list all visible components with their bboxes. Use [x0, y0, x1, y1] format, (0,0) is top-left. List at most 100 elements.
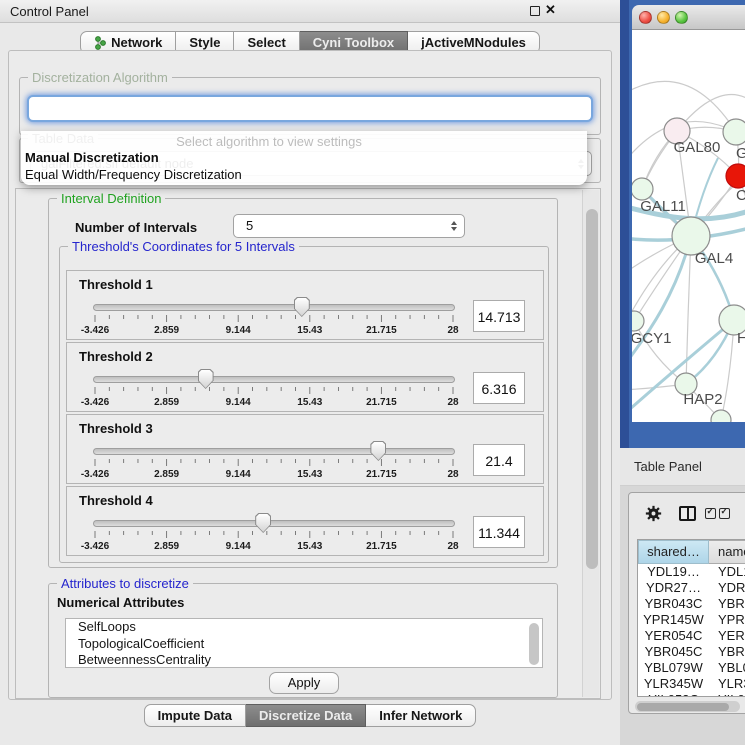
slider-track[interactable]	[93, 448, 455, 455]
network-node-gcy1[interactable]	[632, 311, 644, 331]
network-node-label: GAL4	[695, 250, 733, 267]
gear-icon[interactable]	[645, 505, 662, 522]
table-row[interactable]: YPR145WYPR1	[638, 612, 745, 628]
control-panel-title: Control Panel	[10, 4, 89, 19]
float-icon[interactable]	[530, 6, 540, 16]
threshold-value-field[interactable]: 6.316	[473, 372, 525, 404]
table-header-row: shared…name	[638, 540, 745, 564]
interval-definition-group: Interval Definition Number of Intervals …	[48, 198, 558, 568]
network-canvas[interactable]: GAL80GCGAL11GAL4GCY1HHAP2	[632, 30, 745, 422]
network-window: GAL80GCGAL11GAL4GCY1HHAP2	[632, 5, 745, 422]
attribute-item-topologicalcoefficient[interactable]: TopologicalCoefficient	[66, 636, 542, 653]
number-of-intervals-combobox[interactable]: 5	[233, 214, 465, 238]
cell-name: YDR2	[709, 580, 745, 596]
cell-name: YIL0	[709, 692, 745, 697]
slider-thumb[interactable]	[370, 441, 386, 461]
vertical-scrollbar[interactable]	[582, 190, 599, 697]
bottom-tab-infer-network[interactable]: Infer Network	[366, 704, 476, 727]
threshold-value-field[interactable]: 21.4	[473, 444, 525, 476]
column-header-shared[interactable]: shared…	[638, 540, 709, 564]
threshold-panel-4: Threshold 4-3.4262.8599.14415.4321.71528…	[66, 486, 544, 556]
tick-label: 21.715	[351, 397, 411, 408]
cell-shared-name: YBL079W	[638, 660, 709, 676]
attribute-item-betweennesscentrality[interactable]: BetweennessCentrality	[66, 652, 542, 668]
algorithm-combobox[interactable]	[27, 95, 593, 122]
network-node-gal11[interactable]	[632, 178, 653, 200]
node-table: shared…name YDL19…YDL1YDR27…YDR2YBR043CY…	[637, 539, 745, 697]
numerical-attributes-list[interactable]: SelfLoopsTopologicalCoefficientBetweenne…	[65, 618, 543, 668]
attribute-item-selfloops[interactable]: SelfLoops	[66, 619, 542, 636]
table-rows: YDL19…YDL1YDR27…YDR2YBR043CYBR0YPR145WYP…	[638, 564, 745, 697]
table-row[interactable]: YBR043CYBR0	[638, 596, 745, 612]
bottom-tab-discretize-data[interactable]: Discretize Data	[246, 704, 366, 727]
cell-name: YBR0	[709, 644, 745, 660]
bottom-tab-impute-data[interactable]: Impute Data	[144, 704, 246, 727]
threshold-label: Threshold 3	[79, 421, 153, 436]
threshold-label: Threshold 4	[79, 493, 153, 508]
table-row[interactable]: YER054CYER0	[638, 628, 745, 644]
tick-label: -3.426	[65, 397, 125, 408]
slider-track[interactable]	[93, 376, 455, 383]
tick-label: 15.43	[280, 469, 340, 480]
apply-button[interactable]: Apply	[269, 672, 339, 694]
horizontal-scrollbar[interactable]	[635, 701, 740, 712]
network-node-label: C	[736, 187, 745, 204]
thresholds-group-label: Threshold's Coordinates for 5 Intervals	[68, 239, 299, 254]
attributes-group-label: Attributes to discretize	[57, 576, 193, 591]
algorithm-option-manual-discretization[interactable]: Manual Discretization	[25, 150, 159, 165]
network-frame-edge	[620, 0, 629, 448]
bottom-tab-label: Discretize Data	[259, 705, 352, 726]
slider-thumb[interactable]	[255, 513, 271, 533]
network-node-c[interactable]	[726, 164, 745, 188]
number-of-intervals-value: 5	[246, 215, 253, 237]
table-row[interactable]: YDR27…YDR2	[638, 580, 745, 596]
right-pane: GAL80GCGAL11GAL4GCY1HHAP2 Table Panel	[620, 0, 745, 745]
minimize-window-icon[interactable]	[657, 11, 670, 24]
vertical-scrollbar-thumb[interactable]	[586, 209, 598, 569]
cell-name: YBL0	[709, 660, 745, 676]
cell-name: YLR3	[709, 676, 745, 692]
bottom-tab-label: Infer Network	[379, 705, 462, 726]
slider-track[interactable]	[93, 520, 455, 527]
bottom-tab-label: Impute Data	[158, 705, 232, 726]
algorithm-option-equal-width-frequency-discretization[interactable]: Equal Width/Frequency Discretization	[25, 167, 242, 182]
tick-label: 15.43	[280, 397, 340, 408]
checkbox-icon[interactable]	[719, 508, 730, 519]
zoom-window-icon[interactable]	[675, 11, 688, 24]
tick-label: 9.144	[208, 469, 268, 480]
split-view-icon[interactable]	[679, 506, 696, 521]
cell-shared-name: YDL19…	[638, 564, 709, 580]
cyni-toolbox-panel: Discretization Algorithm Table Data galF…	[8, 50, 612, 700]
cell-shared-name: YBR043C	[638, 596, 709, 612]
list-scrollbar-thumb[interactable]	[529, 623, 539, 665]
table-row[interactable]: YBR045CYBR0	[638, 644, 745, 660]
cell-shared-name: YBR045C	[638, 644, 709, 660]
tick-label: -3.426	[65, 469, 125, 480]
checkbox-icon[interactable]	[705, 508, 716, 519]
thresholds-group: Threshold's Coordinates for 5 Intervals …	[59, 246, 549, 563]
table-row[interactable]: YBL079WYBL0	[638, 660, 745, 676]
tick-label: 21.715	[351, 325, 411, 336]
network-node-label: HAP2	[683, 391, 722, 408]
tick-label: 2.859	[137, 325, 197, 336]
slider-track[interactable]	[93, 304, 455, 311]
threshold-label: Threshold 2	[79, 349, 153, 364]
slider-thumb-face	[295, 298, 309, 316]
close-window-icon[interactable]	[639, 11, 652, 24]
algorithm-popup-hint: Select algorithm to view settings	[21, 134, 587, 149]
horizontal-scrollbar-thumb[interactable]	[637, 703, 729, 711]
table-row[interactable]: YLR345WYLR3	[638, 676, 745, 692]
threshold-value-field[interactable]: 14.713	[473, 300, 525, 332]
slider-thumb[interactable]	[198, 369, 214, 389]
tick-label: 2.859	[137, 469, 197, 480]
table-row[interactable]: YDL19…YDL1	[638, 564, 745, 580]
table-row[interactable]: YIL052CYIL0	[638, 692, 745, 697]
column-header-name[interactable]: name	[709, 540, 745, 564]
tick-label: 15.43	[280, 541, 340, 552]
network-window-titlebar[interactable]	[632, 5, 745, 30]
close-icon[interactable]: ✕	[545, 2, 556, 18]
cell-shared-name: YLR345W	[638, 676, 709, 692]
threshold-value-field[interactable]: 11.344	[473, 516, 525, 548]
network-node-g[interactable]	[723, 119, 745, 145]
slider-thumb[interactable]	[294, 297, 310, 317]
